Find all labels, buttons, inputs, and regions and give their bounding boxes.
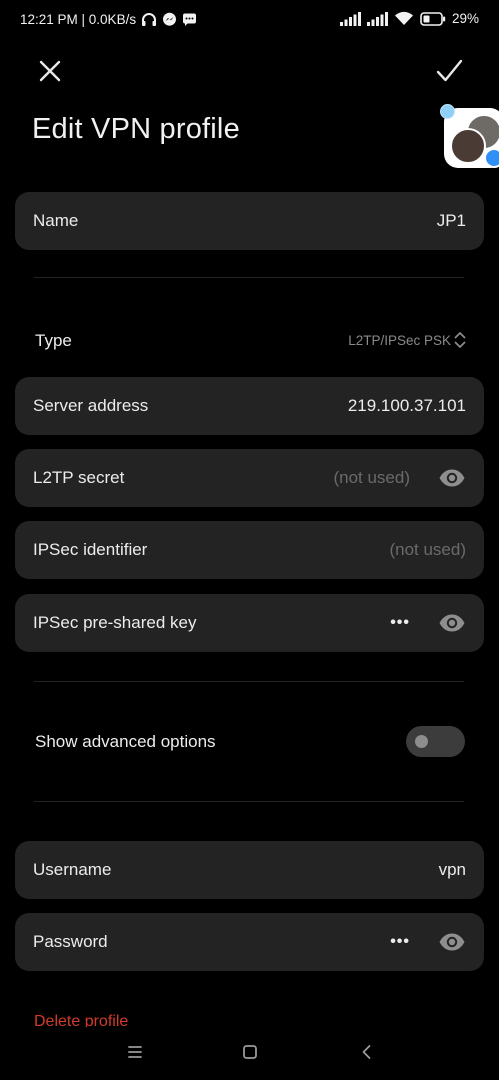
ipsec-psk-value[interactable]: •••: [390, 594, 410, 652]
l2tp-secret-label: L2TP secret: [33, 468, 125, 487]
password-value[interactable]: •••: [390, 913, 410, 971]
chat-head-bubble[interactable]: [440, 104, 499, 168]
status-time-speed: 12:21 PM | 0.0KB/s: [20, 12, 137, 27]
avatar: [450, 128, 486, 164]
password-label: Password: [33, 932, 108, 951]
ipsec-identifier-value[interactable]: (not used): [389, 521, 466, 579]
battery-percent: 29%: [451, 11, 479, 26]
username-field[interactable]: Username vpn: [15, 841, 484, 899]
close-button[interactable]: [34, 55, 66, 87]
message-icon: [183, 13, 197, 26]
divider: [34, 681, 464, 682]
messenger-icon: [163, 12, 177, 26]
ipsec-identifier-label: IPSec identifier: [33, 540, 148, 559]
ipsec-identifier-field[interactable]: IPSec identifier (not used): [15, 521, 484, 579]
l2tp-secret-value[interactable]: (not used): [333, 449, 410, 507]
type-value[interactable]: L2TP/IPSec PSK: [348, 333, 451, 348]
check-icon: [436, 59, 463, 82]
advanced-options-toggle[interactable]: [406, 726, 465, 757]
headphones-icon: [142, 13, 157, 26]
status-right: 29%: [339, 11, 479, 26]
wifi-icon: [394, 11, 413, 25]
divider: [34, 801, 464, 802]
divider: [34, 277, 464, 278]
name-field[interactable]: Name JP1: [15, 192, 484, 250]
ipsec-psk-field[interactable]: IPSec pre-shared key •••: [15, 594, 484, 652]
l2tp-secret-field[interactable]: L2TP secret (not used): [15, 449, 484, 507]
eye-icon[interactable]: [438, 466, 466, 490]
username-label: Username: [33, 860, 112, 879]
signal-icon: [339, 11, 361, 26]
name-label: Name: [33, 211, 79, 230]
chevron-updown-icon: [454, 332, 466, 348]
username-value[interactable]: vpn: [439, 841, 466, 899]
eye-icon[interactable]: [438, 930, 466, 954]
chat-head-indicator: [440, 104, 455, 119]
server-address-label: Server address: [33, 396, 149, 415]
page-title: Edit VPN profile: [32, 113, 240, 145]
name-value[interactable]: JP1: [437, 192, 466, 250]
save-button[interactable]: [432, 55, 466, 87]
delete-profile-button[interactable]: Delete profile: [34, 1013, 128, 1027]
status-bar: 12:21 PM | 0.0KB/s 29%: [0, 0, 499, 44]
close-icon: [39, 60, 61, 82]
eye-icon[interactable]: [438, 611, 466, 635]
battery-icon: [420, 11, 446, 26]
messenger-badge-icon: [484, 148, 499, 168]
type-label: Type: [35, 331, 72, 350]
advanced-options-label: Show advanced options: [35, 732, 216, 751]
ipsec-psk-label: IPSec pre-shared key: [33, 613, 197, 632]
type-row[interactable]: Type L2TP/IPSec PSK: [0, 325, 499, 357]
signal-icon: [366, 11, 388, 26]
toggle-knob: [415, 735, 428, 748]
password-field[interactable]: Password •••: [15, 913, 484, 971]
home-icon[interactable]: [241, 1043, 259, 1061]
status-left: 12:21 PM | 0.0KB/s: [20, 12, 197, 27]
server-address-field[interactable]: Server address 219.100.37.101: [15, 377, 484, 435]
menu-icon[interactable]: [126, 1043, 144, 1061]
back-icon[interactable]: [358, 1043, 376, 1061]
server-address-value[interactable]: 219.100.37.101: [348, 377, 466, 435]
